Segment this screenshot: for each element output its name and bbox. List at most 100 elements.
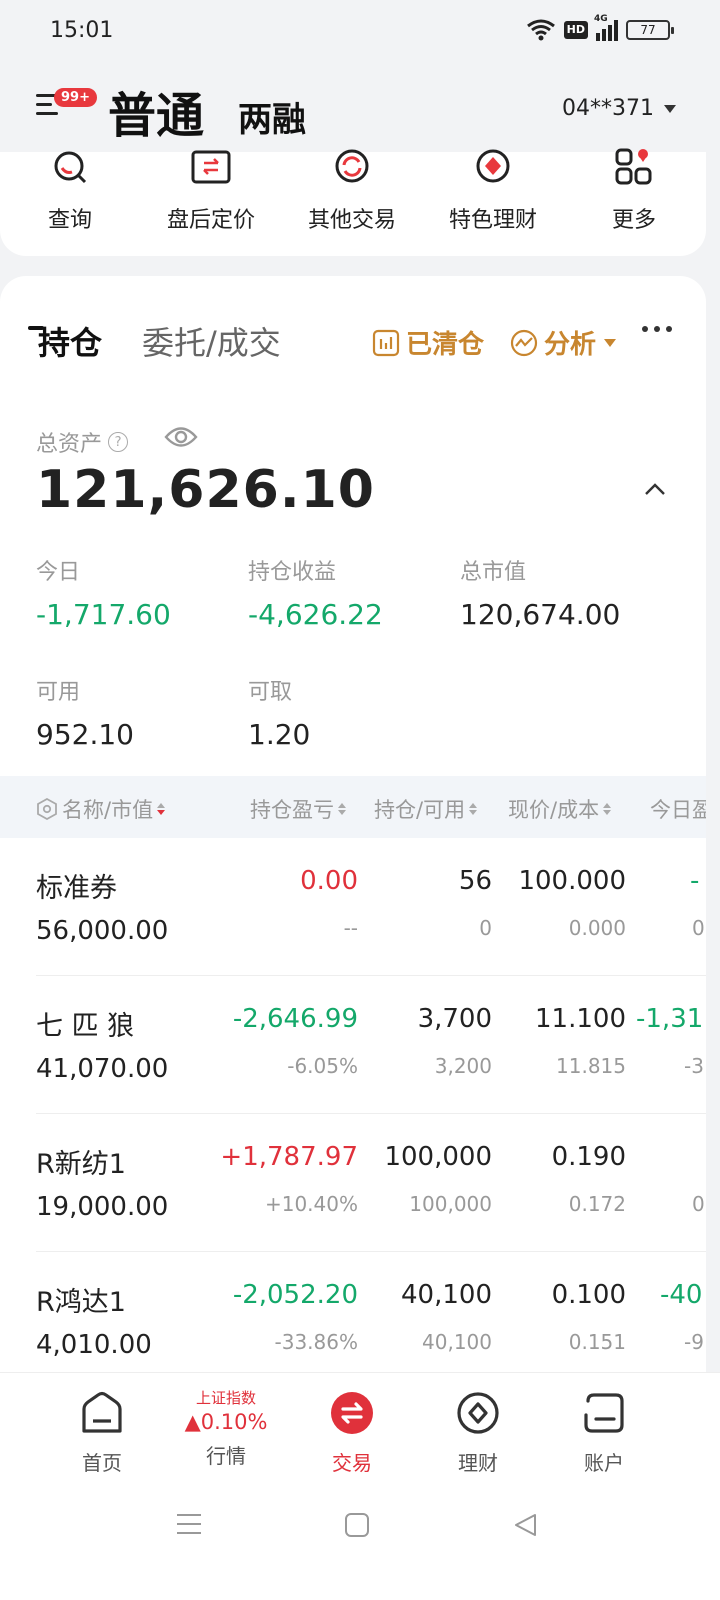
quick-action-label: 其他交易: [307, 208, 396, 233]
stock-cost: 11.815: [556, 1054, 626, 1078]
today-pnl-value: -1,717.60: [36, 598, 171, 631]
positions-card: 持仓 委托/成交 已清仓 分析 总资产 ? 121,626.10 今日 -1,7…: [0, 276, 706, 1372]
quick-action-featured-wealth[interactable]: 特色理财: [423, 149, 563, 234]
home-icon: [82, 1391, 122, 1433]
sort-position-available[interactable]: 持仓/可用: [374, 794, 478, 824]
quick-action-other-trades[interactable]: 其他交易: [282, 149, 422, 234]
column-header-label: 持仓/可用: [374, 798, 466, 822]
search-icon: [54, 151, 87, 184]
stock-cost: 0.000: [568, 916, 626, 940]
sort-icon: [469, 803, 478, 815]
stock-today-pnl: -40: [660, 1280, 703, 1310]
sort-price-cost[interactable]: 现价/成本: [508, 794, 612, 824]
table-row[interactable]: R鸿达1 4,010.00 -2,052.20 -33.86% 40,100 4…: [0, 1252, 706, 1372]
nav-trade-label: 交易: [332, 1451, 372, 1475]
stock-pnl: -2,646.99: [232, 1004, 358, 1034]
stock-price: 0.100: [551, 1280, 626, 1310]
quick-action-more[interactable]: 更多: [564, 148, 704, 234]
stock-market-value: 41,070.00: [36, 1054, 169, 1084]
stock-market-value: 4,010.00: [36, 1330, 152, 1360]
status-time: 15:01: [50, 18, 114, 43]
stock-today-pct: 0: [692, 916, 705, 940]
sort-position-pnl[interactable]: 持仓盈亏: [250, 794, 346, 824]
tab-positions[interactable]: 持仓: [38, 318, 102, 364]
quick-action-label: 更多: [611, 208, 656, 233]
stock-position: 56: [458, 866, 492, 896]
chevron-up-icon[interactable]: [644, 482, 666, 496]
refresh-icon: [335, 149, 369, 183]
stock-name: R新纺1: [36, 1149, 126, 1180]
nav-account-label: 账户: [584, 1451, 624, 1475]
diamond-icon: [476, 149, 510, 183]
wealth-diamond-icon: [457, 1392, 499, 1434]
sort-today-pnl[interactable]: 今日盈: [650, 794, 706, 824]
back-icon[interactable]: [512, 1512, 538, 1538]
stock-position: 3,700: [417, 1004, 492, 1034]
position-pnl-label: 持仓收益: [248, 560, 337, 585]
stock-today-pct: -9: [684, 1330, 704, 1354]
table-row[interactable]: 标准券 56,000.00 0.00 -- 56 0 100.000 0.000…: [0, 838, 706, 976]
analysis-dropdown[interactable]: 分析: [510, 324, 617, 361]
total-assets-value: 121,626.10: [36, 460, 375, 520]
eye-icon[interactable]: [164, 424, 198, 450]
stock-pnl-pct: +10.40%: [264, 1192, 358, 1216]
available-value: 952.10: [36, 718, 134, 751]
nav-account[interactable]: 账户: [554, 1391, 654, 1476]
transfer-card-icon: [191, 150, 231, 184]
withdrawable-value: 1.20: [248, 718, 311, 751]
stock-today-pnl: -1,31: [636, 1004, 704, 1034]
table-row[interactable]: 七 匹 狼 41,070.00 -2,646.99 -6.05% 3,700 3…: [0, 976, 706, 1114]
stock-available: 100,000: [409, 1192, 492, 1216]
position-pnl: 持仓收益 -4,626.22: [248, 554, 383, 631]
quick-actions: 查询 盘后定价 其他交易 特色理财 更多: [0, 148, 706, 256]
stock-available: 3,200: [434, 1054, 492, 1078]
nav-home[interactable]: 首页: [52, 1391, 152, 1476]
stock-name: R鸿达1: [36, 1287, 126, 1318]
stock-available: 40,100: [422, 1330, 492, 1354]
stock-price: 0.190: [551, 1142, 626, 1172]
account-selector[interactable]: 04**371: [562, 96, 676, 121]
column-header-label: 名称/市值: [62, 798, 154, 822]
position-pnl-value: -4,626.22: [248, 598, 383, 631]
stock-market-value: 56,000.00: [36, 916, 169, 946]
stock-today-pnl: -: [690, 866, 700, 896]
account-wallet-icon: [584, 1393, 624, 1433]
market-value: 总市值 120,674.00: [460, 554, 620, 631]
nav-trade[interactable]: 交易: [302, 1391, 402, 1476]
table-row[interactable]: R新纺1 19,000.00 +1,787.97 +10.40% 100,000…: [0, 1114, 706, 1252]
index-name: 上证指数: [195, 1389, 256, 1407]
sort-name-market-value[interactable]: 名称/市值: [36, 794, 166, 824]
home-button-icon[interactable]: [344, 1512, 370, 1538]
more-options-icon[interactable]: [642, 326, 672, 332]
stock-pnl-pct: --: [343, 916, 358, 940]
sort-icon: [603, 803, 612, 815]
stock-market-value: 19,000.00: [36, 1192, 169, 1222]
nav-market[interactable]: 上证指数 ▲0.10% 行情: [176, 1387, 276, 1469]
trend-icon: [510, 329, 538, 356]
tab-orders[interactable]: 委托/成交: [142, 318, 281, 364]
stock-cost: 0.172: [568, 1192, 626, 1216]
margin-account-tab[interactable]: 两融: [238, 92, 306, 141]
total-assets-label: 总资产 ?: [36, 426, 129, 458]
today-pnl-label: 今日: [36, 560, 81, 585]
holdings-table-header: 名称/市值 持仓盈亏 持仓/可用 现价/成本 今日盈: [0, 776, 706, 838]
column-header-label: 今日盈: [650, 798, 706, 822]
stock-today-pct: -3: [684, 1054, 704, 1078]
stock-pnl-pct: -6.05%: [287, 1054, 358, 1078]
account-type-title[interactable]: 普通: [108, 76, 204, 146]
bar-chart-icon: [372, 329, 400, 356]
recent-apps-icon[interactable]: [176, 1512, 202, 1536]
quick-action-query[interactable]: 查询: [0, 151, 140, 234]
cleared-positions-button[interactable]: 已清仓: [372, 324, 484, 361]
available-label: 可用: [36, 680, 81, 705]
withdrawable-funds: 可取 1.20: [248, 674, 310, 751]
status-icons: HD 4G 77: [526, 14, 674, 42]
help-icon[interactable]: ?: [108, 432, 129, 452]
hd-icon: HD: [563, 21, 588, 39]
system-nav-bar: [0, 1490, 720, 1600]
bottom-nav: 首页 上证指数 ▲0.10% 行情 交易 理财 账户: [0, 1372, 720, 1490]
quick-action-after-hours[interactable]: 盘后定价: [141, 150, 281, 234]
chevron-down-icon: [604, 338, 617, 347]
nav-wealth[interactable]: 理财: [428, 1391, 528, 1476]
stock-position: 40,100: [401, 1280, 492, 1310]
